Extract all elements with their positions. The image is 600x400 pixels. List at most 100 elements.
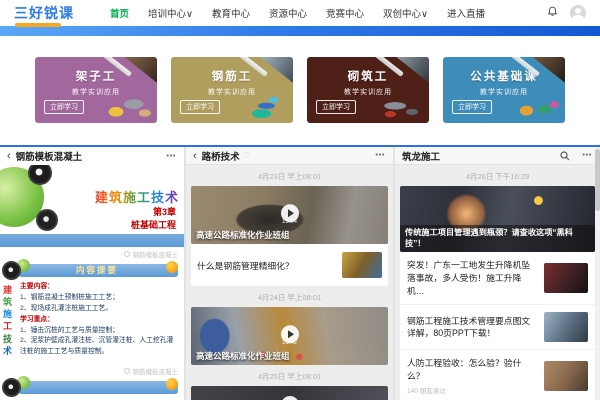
middle-panel-title: 路桥技术: [202, 149, 240, 163]
left-panel-header: ‹ 钢筋模板混凝土 ⋯: [0, 147, 184, 165]
article-thumbnail: [544, 263, 588, 293]
header-accent-bar: [0, 26, 600, 36]
slide-body-text: 主要内容： 1、钢筋混凝土预制桩施工工艺； 2、现场成孔灌注桩施工工艺。 学习重…: [16, 282, 178, 358]
back-icon[interactable]: ‹: [7, 150, 11, 162]
nav-item-competition-center[interactable]: 竞赛中心: [326, 6, 364, 20]
learn-now-button[interactable]: 立即学习: [452, 100, 492, 114]
chapter-title: 桩基础工程: [131, 219, 176, 232]
avatar-body-shape: [572, 15, 584, 21]
course-card-row: 架子工 教学实训应用 立即学习 钢筋工 教学实训应用 立即学习 砌筑工 教学实训…: [0, 36, 600, 145]
top-navigation: 三好锐课 首页 培训中心∨ 教育中心 资源中心 竞赛中心 双创中心∨ 进入直播: [0, 0, 600, 26]
middle-panel-header: ‹ 路桥技术 ♡ ⋯: [186, 147, 393, 165]
main-nav: 首页 培训中心∨ 教育中心 资源中心 竞赛中心 双创中心∨ 进入直播: [110, 6, 485, 20]
course-card-rebar-worker[interactable]: 钢筋工 教学实训应用 立即学习: [171, 57, 293, 123]
card-artwork: [512, 95, 560, 119]
article-list-item[interactable]: 人防工程验收：怎么验？验什么？ 140 朋友读过: [400, 350, 595, 400]
feed-timestamp: 4月25日 早上08:01: [186, 371, 393, 382]
video-post[interactable]: 16:42 高速公路标准化作业班组: [191, 307, 388, 365]
course-card-scaffolder[interactable]: 架子工 教学实训应用 立即学习: [35, 57, 157, 123]
content-columns: ‹ 钢筋模板混凝土 ⋯ 建筑施工技术 第3章 桩基础工程 钢筋模板混凝土: [0, 145, 600, 400]
feature-article-title: 传统施工项目管理遇到瓶颈？请查收这项“黑科技”！: [400, 225, 595, 252]
watermark-row: 钢筋模板混凝土: [0, 247, 184, 260]
flower-orb-decoration: [2, 378, 21, 397]
right-panel-title: 筑龙施工: [402, 149, 440, 163]
video-caption: 高速公路标准化作业班组: [196, 350, 290, 362]
account-badge-icon: ♡: [243, 151, 250, 160]
article-thumbnail: [544, 312, 588, 342]
nav-item-resource-center[interactable]: 资源中心: [269, 6, 307, 20]
video-caption: 高速公路标准化作业班组: [196, 229, 290, 241]
panel-road-bridge-tech: ‹ 路桥技术 ♡ ⋯ 4月23日 早上08:01 15:04 高速公路标准化作业…: [186, 147, 393, 400]
scrollbar-track[interactable]: [595, 147, 600, 400]
video-duration: 15:04: [282, 219, 297, 225]
flower-orb-decoration: [2, 261, 21, 280]
article-list-item[interactable]: 突发！广东一工地发生升降机坠落事故，多人受伤！施工升降机…: [400, 252, 595, 305]
article-thumbnail: [544, 361, 588, 391]
card-artwork: [104, 95, 152, 119]
slide-chapter: 第3章 桩基础工程: [131, 206, 176, 232]
card-artwork: [376, 95, 424, 119]
feature-article[interactable]: 传统施工项目管理遇到瓶颈？请查收这项“黑科技”！: [400, 186, 595, 252]
learn-now-button[interactable]: 立即学习: [44, 100, 84, 114]
feed-timestamp: 4月23日 早上08:01: [186, 171, 393, 182]
nav-item-training-center[interactable]: 培训中心∨: [148, 6, 193, 20]
main-content-item: 1、钢筋混凝土预制桩施工工艺；: [20, 293, 178, 304]
slide-next-partial[interactable]: 建筑: [0, 377, 184, 400]
watermark-text: 钢筋模板混凝土: [133, 366, 179, 376]
video-post[interactable]: 15:04 高速公路标准化作业班组: [191, 186, 388, 244]
course-card-mason[interactable]: 砌筑工 教学实训应用 立即学习: [307, 57, 429, 123]
main-content-label: 主要内容：: [20, 282, 178, 293]
back-icon[interactable]: ‹: [193, 150, 197, 162]
left-panel-title: 钢筋模板混凝土: [16, 149, 83, 163]
learn-now-button[interactable]: 立即学习: [180, 100, 220, 114]
nav-item-innovation-center[interactable]: 双创中心∨: [383, 6, 428, 20]
focus-item: 1、锤击沉桩的工艺与质量控制；: [20, 326, 178, 337]
flower-orb-decoration: [36, 209, 58, 231]
article-title: 钢筋工程施工技术管理要点图文详解，80页PPT下载！: [407, 315, 536, 341]
card-title: 钢筋工: [171, 68, 293, 84]
article-list-item[interactable]: 钢筋工程施工技术管理要点图文详解，80页PPT下载！: [400, 305, 595, 350]
bell-icon[interactable]: [547, 4, 558, 22]
more-menu-icon[interactable]: ⋯: [166, 151, 177, 162]
feed-timestamp: 4月24日 早上08:01: [186, 292, 393, 303]
slide-vertical-title: 建筑施工技术: [3, 284, 13, 357]
play-icon[interactable]: [281, 396, 299, 400]
orange-orb-decoration: [166, 378, 178, 390]
course-card-public-basics[interactable]: 公共基础课 教学实训应用 立即学习: [443, 57, 565, 123]
card-artwork: [240, 95, 288, 119]
more-menu-icon[interactable]: ⋯: [582, 150, 593, 161]
scrollbar-thumb[interactable]: [595, 149, 600, 211]
panel-zhulong-construction: 筑龙施工 ⋯ 4月26日 下午16:29 传统施工项目管理遇到瓶颈？请查收这项“…: [395, 147, 600, 400]
watermark-row: 钢筋模板混凝土: [0, 364, 184, 377]
site-logo[interactable]: 三好锐课: [14, 3, 74, 23]
chapter-number: 第3章: [131, 206, 176, 219]
avatar-head-shape: [575, 8, 581, 14]
slide-cover[interactable]: 建筑施工技术 第3章 桩基础工程: [0, 165, 184, 247]
site-logo-text: 三好锐课: [14, 5, 74, 21]
nav-item-enter-live[interactable]: 进入直播: [447, 6, 485, 20]
top-icons: [547, 4, 586, 22]
article-link-card[interactable]: 什么是钢筋管理精细化？: [191, 244, 388, 286]
slide-header-bar: 内容提要: [16, 264, 178, 277]
slide-header-bar: [16, 381, 178, 394]
watermark-text: 钢筋模板混凝土: [133, 249, 179, 259]
more-menu-icon[interactable]: ⋯: [375, 150, 386, 161]
user-avatar[interactable]: [570, 5, 586, 21]
article-title: 突发！广东一工地发生升降机坠落事故，多人受伤！施工升降机…: [407, 259, 536, 297]
video-post-partial[interactable]: [191, 386, 388, 400]
article-thumbnail: [342, 252, 382, 278]
focus-label: 学习重点：: [20, 315, 178, 326]
search-icon[interactable]: [560, 151, 570, 161]
main-content-item: 2、现场成孔灌注桩施工工艺。: [20, 304, 178, 315]
card-title: 公共基础课: [443, 68, 565, 84]
learn-now-button[interactable]: 立即学习: [316, 100, 356, 114]
slide-course-title: 建筑施工技术: [95, 187, 179, 206]
focus-item: 2、泥浆护壁成孔灌注桩、沉管灌注桩、人工挖孔灌注桩的施工工艺与质量控制。: [20, 336, 178, 358]
slide-header-text: 内容提要: [76, 265, 118, 275]
nav-item-home[interactable]: 首页: [110, 6, 129, 20]
watermark-logo-icon: [124, 251, 130, 257]
nav-item-education-center[interactable]: 教育中心: [212, 6, 250, 20]
feed-timestamp: 4月26日 下午16:29: [395, 171, 600, 182]
orange-orb-decoration: [166, 261, 178, 273]
slide-content-summary[interactable]: 内容提要 建筑施工技术 主要内容： 1、钢筋混凝土预制桩施工工艺； 2、现场成孔…: [0, 260, 184, 364]
